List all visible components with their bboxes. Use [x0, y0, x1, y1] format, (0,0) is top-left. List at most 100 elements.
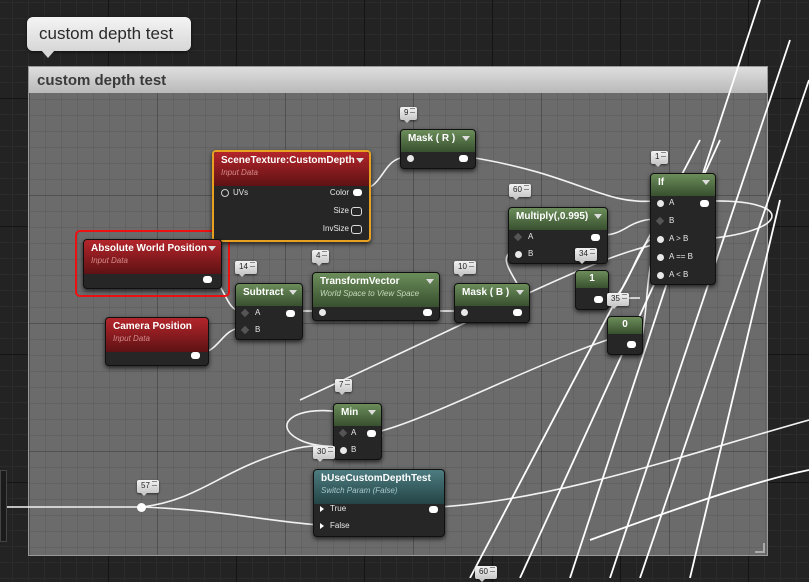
absolute-world-position-node[interactable]: Absolute World Position Input Data [83, 239, 222, 289]
subtract-header[interactable]: Subtract [236, 284, 302, 306]
min-header[interactable]: Min [334, 404, 381, 426]
subtract-output-pin[interactable] [286, 310, 295, 317]
transformvector-node[interactable]: TransformVector World Space to View Spac… [312, 272, 440, 321]
transformvector-output-pin[interactable] [423, 309, 432, 316]
absworld-output-pin[interactable] [203, 276, 212, 283]
switch-param-node[interactable]: bUseCustomDepthTest Switch Param (False)… [313, 469, 445, 537]
min-b-pin[interactable] [340, 447, 347, 454]
mask-b-header[interactable]: Mask ( B ) [455, 284, 529, 306]
constant-1-header[interactable]: 1 [576, 271, 608, 288]
badge-text: 7 [339, 380, 344, 389]
mask-b-node[interactable]: Mask ( B ) [454, 283, 530, 323]
invsize-pin-label: InvSize [322, 224, 349, 233]
absworld-header[interactable]: Absolute World Position Input Data [84, 240, 221, 274]
camera-header[interactable]: Camera Position Input Data [106, 318, 208, 352]
constant-0-node[interactable]: 0 [607, 316, 643, 355]
constant-0-output-pin[interactable] [627, 341, 636, 348]
chevron-down-icon[interactable] [462, 136, 470, 141]
badge-text: 30 [317, 447, 326, 456]
if-aeqb-label: A == B [669, 252, 694, 261]
camera-position-node[interactable]: Camera Position Input Data [105, 317, 209, 366]
chevron-down-icon[interactable] [426, 279, 434, 284]
stats-badge: 1 [651, 151, 669, 167]
transformvector-input-pin[interactable] [319, 309, 326, 316]
uvs-pin-label: UVs [233, 188, 249, 197]
color-output-pin[interactable] [353, 189, 362, 196]
if-aeqb-pin[interactable] [657, 254, 664, 261]
uvs-input-pin[interactable] [221, 189, 229, 197]
if-agtb-pin[interactable] [657, 236, 664, 243]
mask-b-title: Mask ( B ) [462, 287, 510, 298]
if-altb-pin[interactable] [657, 272, 664, 279]
min-node[interactable]: Min A B [333, 403, 382, 460]
constant-0-header[interactable]: 0 [608, 317, 642, 334]
if-b-pin[interactable] [655, 216, 665, 226]
subtract-b-label: B [255, 325, 261, 334]
switch-output-pin[interactable] [429, 506, 438, 513]
stats-badge: 30 [313, 446, 335, 462]
constant-1-value: 1 [589, 273, 595, 284]
wire-long-7 [589, 469, 809, 541]
switch-false-pin[interactable] [320, 523, 324, 529]
mask-r-header[interactable]: Mask ( R ) [401, 130, 475, 152]
min-a-pin[interactable] [338, 428, 348, 438]
chevron-down-icon[interactable] [702, 180, 710, 185]
subtract-a-pin[interactable] [240, 308, 250, 318]
switch-param-header[interactable]: bUseCustomDepthTest Switch Param (False) [314, 470, 444, 504]
chevron-down-icon[interactable] [368, 410, 376, 415]
multiply-a-pin[interactable] [513, 232, 523, 242]
mask-b-input-pin[interactable] [461, 309, 468, 316]
multiply-b-pin[interactable] [515, 251, 522, 258]
constant-0-value: 0 [622, 319, 628, 330]
wire-switch-out [437, 419, 809, 508]
color-pin-label: Color [329, 188, 349, 197]
if-b-label: B [669, 216, 675, 225]
transformvector-header[interactable]: TransformVector World Space to View Spac… [313, 273, 439, 307]
mask-b-output-pin[interactable] [513, 309, 522, 316]
if-output-pin[interactable] [700, 200, 709, 207]
if-node[interactable]: If A B A > B A == B A < B [650, 173, 716, 285]
badge-text: 4 [316, 251, 321, 260]
if-title: If [658, 177, 665, 188]
left-edge-node[interactable] [0, 470, 7, 542]
min-a-label: A [351, 428, 357, 437]
stats-badge: 60 [509, 184, 531, 200]
reroute-node[interactable] [137, 503, 146, 512]
subtract-b-pin[interactable] [240, 325, 250, 335]
chevron-down-icon[interactable] [289, 290, 297, 295]
scenetexture-node[interactable]: SceneTexture:CustomDepth Input Data UVs … [212, 150, 371, 242]
min-output-pin[interactable] [367, 430, 376, 437]
invsize-output-pin[interactable] [351, 225, 362, 234]
constant-1-node[interactable]: 1 [575, 270, 609, 310]
chevron-down-icon[interactable] [208, 246, 216, 251]
switch-true-pin[interactable] [320, 506, 324, 512]
if-a-label: A [669, 198, 675, 207]
scenetexture-header[interactable]: SceneTexture:CustomDepth Input Data [214, 152, 369, 186]
mask-r-output-pin[interactable] [459, 155, 468, 162]
if-a-pin[interactable] [657, 200, 664, 207]
if-header[interactable]: If [651, 174, 715, 196]
multiply-output-pin[interactable] [591, 234, 600, 241]
badge-text: 14 [239, 262, 248, 271]
mask-r-input-pin[interactable] [407, 155, 414, 162]
badge-text: 57 [141, 481, 150, 490]
scenetexture-title: SceneTexture:CustomDepth [221, 155, 355, 166]
mask-r-node[interactable]: Mask ( R ) [400, 129, 476, 169]
constant-1-output-pin[interactable] [594, 296, 603, 303]
size-output-pin[interactable] [351, 207, 362, 216]
chevron-down-icon[interactable] [356, 158, 364, 163]
subtract-node[interactable]: Subtract A B [235, 283, 303, 340]
badge-text: 34 [579, 249, 588, 258]
multiply-header[interactable]: Multiply(,0.995) [509, 208, 607, 230]
multiply-title: Multiply(,0.995) [516, 211, 589, 222]
chevron-down-icon[interactable] [516, 290, 524, 295]
stats-badge: 60 [475, 566, 497, 582]
chevron-down-icon[interactable] [594, 214, 602, 219]
badge-text: 10 [458, 262, 467, 271]
if-agtb-label: A > B [669, 234, 689, 243]
min-b-label: B [351, 445, 357, 454]
scenetexture-subtitle: Input Data [221, 168, 258, 177]
camera-output-pin[interactable] [191, 352, 200, 359]
camera-title: Camera Position [113, 321, 192, 332]
absworld-title: Absolute World Position [91, 243, 207, 254]
